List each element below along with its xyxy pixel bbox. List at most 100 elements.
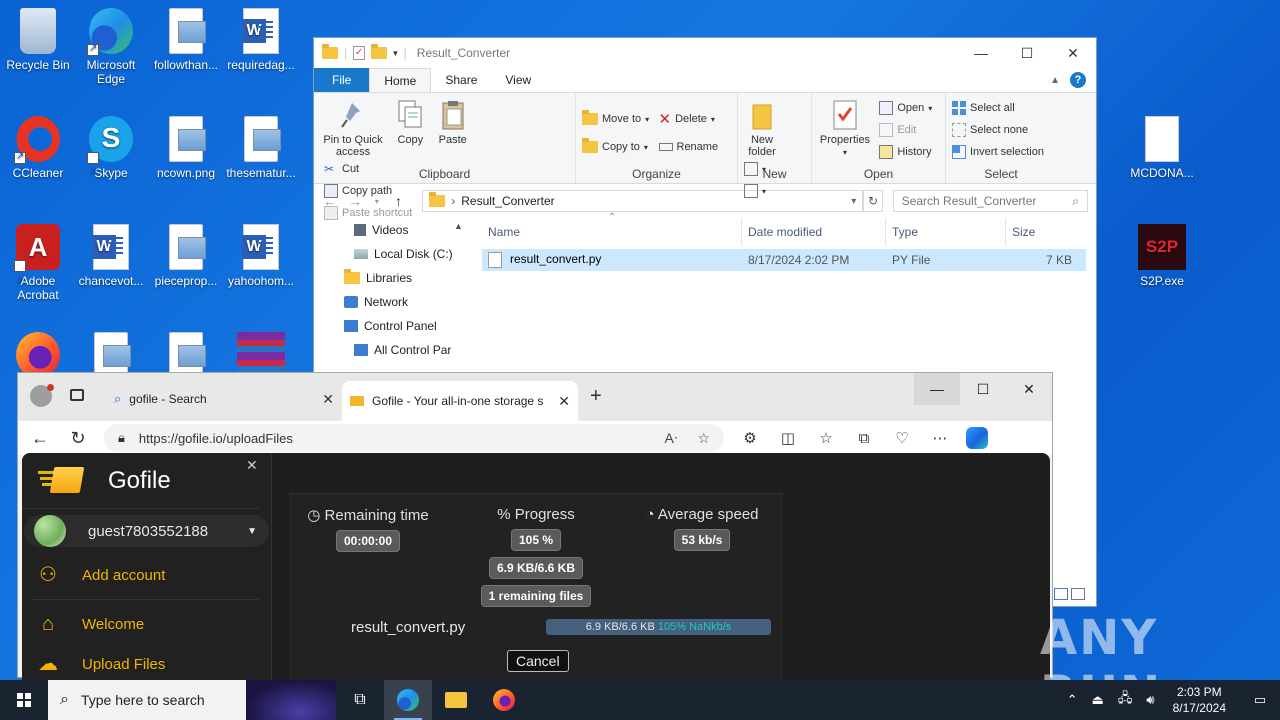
new-folder-button[interactable]: New folder <box>744 97 780 158</box>
desktop-icon-followthan[interactable]: followthan... <box>148 8 224 72</box>
volume-icon[interactable]: 🔊︎ <box>1146 692 1154 708</box>
help-icon[interactable]: ? <box>1070 72 1086 88</box>
taskbar-edge[interactable] <box>384 680 432 720</box>
tab-share[interactable]: Share <box>431 68 491 92</box>
clock[interactable]: 2:03 PM 8/17/2024 <box>1173 684 1226 716</box>
desktop-icon-s2p[interactable]: S2P S2P.exe <box>1124 224 1200 288</box>
copy-button[interactable]: Copy <box>393 97 427 146</box>
scroll-up-icon[interactable]: ▲ <box>454 221 463 231</box>
tab-gofile-search[interactable]: ⌕ gofile - Search ✕ <box>106 381 342 417</box>
desktop-icon-thesematur[interactable]: thesematur... <box>223 116 299 180</box>
details-view-icon[interactable] <box>1054 588 1068 600</box>
taskbar-firefox[interactable] <box>480 680 528 720</box>
desktop-icon-ccleaner[interactable]: CCleaner <box>0 116 76 180</box>
more-menu-icon[interactable]: ⋯ <box>928 429 952 447</box>
select-none-button[interactable]: Select none <box>952 119 1050 141</box>
move-to-button[interactable]: Move to ▾ <box>582 105 649 133</box>
maximize-button[interactable]: ☐ <box>1004 45 1050 62</box>
nav-item-network[interactable]: Network <box>314 290 470 314</box>
open-button[interactable]: Open ▾ <box>879 97 932 119</box>
new-tab-button[interactable]: + <box>590 385 602 408</box>
refresh-button[interactable]: ↻ <box>863 190 883 212</box>
history-button[interactable]: History <box>879 141 932 163</box>
desktop-icon-acrobat[interactable]: A Adobe Acrobat <box>0 224 76 304</box>
easy-access-button[interactable]: ▾ <box>744 180 766 202</box>
desktop-icon-yahoohom[interactable]: yahoohom... <box>223 224 299 288</box>
select-all-button[interactable]: Select all <box>952 97 1050 119</box>
nav-item-videos[interactable]: Videos <box>314 218 470 242</box>
desktop-icon-recycle-bin[interactable]: Recycle Bin <box>0 8 76 72</box>
browser-essentials-icon[interactable]: ♡ <box>890 429 914 447</box>
pin-quick-access-button[interactable]: Pin to Quick access <box>320 97 386 158</box>
split-screen-icon[interactable]: ◫ <box>776 429 800 447</box>
tab-actions-icon[interactable] <box>70 389 84 401</box>
desktop-icon-edge[interactable]: Microsoft Edge <box>73 8 149 86</box>
network-icon[interactable]: 🖧︎ <box>1118 689 1133 711</box>
usb-icon[interactable]: ⏏ <box>1092 692 1104 708</box>
desktop-icon-requiredag[interactable]: requiredag... <box>223 8 299 72</box>
delete-button[interactable]: ✕ Delete ▾ <box>659 105 719 133</box>
column-date[interactable]: Date modified <box>742 218 886 246</box>
close-button[interactable]: ✕ <box>1006 373 1052 405</box>
start-button[interactable] <box>0 680 48 720</box>
tab-home[interactable]: Home <box>369 68 432 92</box>
add-account-link[interactable]: ⚇ Add account <box>22 555 271 595</box>
column-size[interactable]: Size <box>1006 218 1076 246</box>
taskbar-search-box[interactable]: ⌕ Type here to search <box>48 680 336 720</box>
copy-path-button[interactable]: Copy path <box>324 180 412 202</box>
account-selector[interactable]: guest7803552188 ▼ <box>24 515 269 547</box>
address-bar[interactable]: 🔒︎ https://gofile.io/uploadFiles Aᐧ ☆ <box>104 424 724 452</box>
close-tab-icon[interactable]: ✕ <box>322 391 334 408</box>
minimize-button[interactable]: — <box>958 45 1004 62</box>
collapse-ribbon-icon[interactable]: ▲ <box>1050 75 1060 86</box>
favorite-star-icon[interactable]: ☆ <box>697 430 710 447</box>
nav-item-local-disk[interactable]: Local Disk (C:) <box>314 242 470 266</box>
copy-to-button[interactable]: Copy to ▾ <box>582 133 649 161</box>
nav-item-all-control-panel[interactable]: All Control Par <box>314 338 470 362</box>
explorer-search-input[interactable]: Search Result_Converter ⌕ <box>892 190 1088 212</box>
column-name[interactable]: Name <box>482 218 742 246</box>
file-row[interactable]: result_convert.py 8/17/2024 2:02 PM PY F… <box>482 249 1086 271</box>
refresh-button[interactable]: ↻ <box>66 428 90 449</box>
properties-button[interactable]: Properties ▾ <box>818 97 872 159</box>
tab-view[interactable]: View <box>491 68 545 92</box>
desktop-icon-chancevot[interactable]: chancevot... <box>73 224 149 288</box>
tab-file[interactable]: File <box>314 68 370 92</box>
menu-item-upload-files[interactable]: ☁ Upload Files <box>22 644 271 681</box>
profile-avatar[interactable] <box>30 384 54 407</box>
address-path[interactable]: › Result_Converter ▾ <box>422 190 864 212</box>
favorites-icon[interactable]: ☆ <box>814 429 838 447</box>
close-button[interactable]: ✕ <box>1050 45 1096 62</box>
chevron-down-icon[interactable]: ▾ <box>851 196 856 207</box>
taskbar-file-explorer[interactable] <box>432 680 480 720</box>
rename-button[interactable]: Rename <box>658 133 718 161</box>
tab-gofile-upload[interactable]: Gofile - Your all-in-one storage s ✕ <box>342 381 578 421</box>
desktop-icon-ncown[interactable]: ncown.png <box>148 116 224 180</box>
menu-item-welcome[interactable]: ⌂ Welcome <box>22 604 271 644</box>
gofile-logo[interactable]: Gofile <box>22 453 259 509</box>
paste-button[interactable]: Paste <box>435 97 471 146</box>
qa-dropdown-icon[interactable]: ▾ <box>393 48 398 59</box>
invert-selection-button[interactable]: Invert selection <box>952 141 1050 163</box>
desktop-icon-pieceprop[interactable]: pieceprop... <box>148 224 224 288</box>
collections-icon[interactable]: ⧉ <box>852 430 876 447</box>
new-folder-qa-icon[interactable] <box>371 44 388 59</box>
sidebar-close-icon[interactable]: ✕ <box>246 457 258 474</box>
extensions-icon[interactable]: ⚙ <box>738 429 762 447</box>
close-tab-icon[interactable]: ✕ <box>558 393 570 410</box>
large-icons-view-icon[interactable] <box>1071 588 1086 600</box>
desktop-icon-mcdona[interactable]: MCDONA... <box>1124 116 1200 180</box>
properties-qa-icon[interactable]: ✓ <box>353 46 366 60</box>
read-aloud-icon[interactable]: Aᐧ <box>665 430 678 447</box>
column-type[interactable]: Type <box>886 218 1006 246</box>
back-button[interactable]: ← <box>28 428 52 449</box>
desktop-icon-skype[interactable]: S Skype <box>73 116 149 194</box>
minimize-button[interactable]: — <box>914 373 960 405</box>
nav-item-libraries[interactable]: Libraries <box>314 266 470 290</box>
nav-item-control-panel[interactable]: Control Panel <box>314 314 470 338</box>
edit-button[interactable]: Edit <box>879 119 932 141</box>
task-view-button[interactable]: ⧉ <box>336 680 384 720</box>
cancel-upload-button[interactable]: Cancel <box>507 650 569 672</box>
chevron-up-icon[interactable]: ⌃ <box>1067 692 1078 708</box>
notifications-button[interactable]: ▭ <box>1240 680 1280 720</box>
